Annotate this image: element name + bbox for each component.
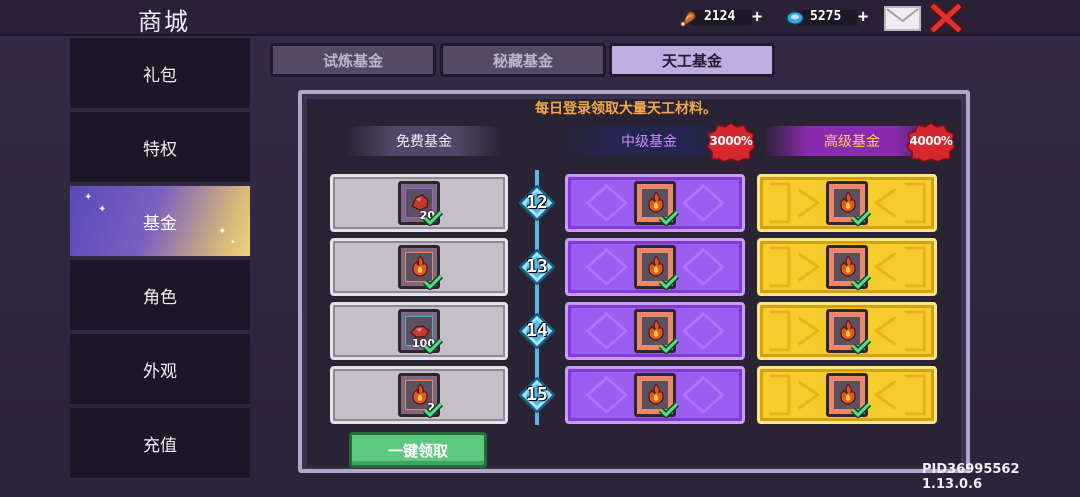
free-reward-cell[interactable] — [330, 238, 508, 296]
sidebar-item-label: 特权 — [143, 139, 177, 160]
level-marker: 13 — [514, 245, 560, 289]
reward-item: 20 — [398, 181, 443, 226]
add-gem-button[interactable]: + — [858, 7, 868, 27]
sidebar-item-label: 角色 — [143, 287, 177, 308]
reward-item — [634, 245, 679, 290]
free-reward-cell[interactable]: 100 — [330, 302, 508, 360]
reward-item — [634, 373, 679, 418]
level-number: 15 — [526, 384, 548, 405]
claimed-check-icon — [851, 402, 871, 418]
close-icon[interactable] — [930, 3, 962, 33]
mid-reward-cell[interactable] — [565, 174, 745, 232]
claimed-check-icon — [423, 402, 443, 418]
claimed-check-icon — [659, 210, 679, 226]
high-reward-cell[interactable] — [757, 302, 937, 360]
sidebar-item-fund[interactable]: ✦ ✦ ✦ ✦ 基金 — [70, 186, 250, 258]
reward-item — [826, 373, 871, 418]
sidebar-item-character[interactable]: 角色 — [70, 260, 250, 332]
mid-fund-bonus: 3000% — [709, 134, 753, 148]
sidebar-item-label: 充值 — [143, 435, 177, 456]
claim-all-button[interactable]: 一键领取 — [349, 432, 487, 468]
level-marker: 12 — [514, 181, 560, 225]
gem-count: 5275 — [810, 9, 842, 24]
claimed-check-icon — [659, 402, 679, 418]
high-reward-cell[interactable] — [757, 366, 937, 424]
page-title: 商城 — [138, 8, 190, 36]
mid-fund-bonus-badge: 3000% — [706, 122, 756, 162]
free-reward-cell[interactable]: 2 — [330, 366, 508, 424]
tab-label: 秘藏基金 — [492, 51, 553, 70]
meat-resource: 2124 + — [680, 7, 770, 29]
add-meat-button[interactable]: + — [752, 7, 762, 27]
reward-item: 100 — [398, 309, 443, 354]
sidebar-item-appearance[interactable]: 外观 — [70, 334, 250, 406]
claimed-check-icon — [423, 210, 443, 226]
mid-reward-cell[interactable] — [565, 366, 745, 424]
mid-reward-cell[interactable] — [565, 238, 745, 296]
sidebar-item-label: 基金 — [143, 213, 177, 234]
high-reward-cell[interactable] — [757, 238, 937, 296]
sidebar-item-recharge[interactable]: 充值 — [70, 408, 250, 480]
sparkle-icon: ✦ — [218, 226, 227, 237]
claimed-check-icon — [851, 274, 871, 290]
claimed-check-icon — [659, 274, 679, 290]
reward-item: 2 — [398, 373, 443, 418]
level-number: 12 — [526, 192, 548, 213]
envelope-flap — [886, 8, 919, 23]
tab-craft-fund[interactable]: 天工基金 — [609, 43, 775, 77]
sparkle-icon: ✦ — [230, 238, 236, 246]
sidebar-item-label: 外观 — [143, 361, 177, 382]
sidebar-item-label: 礼包 — [143, 65, 177, 86]
tab-hidden-fund[interactable]: 秘藏基金 — [440, 43, 606, 77]
tab-label: 试炼基金 — [322, 51, 383, 70]
free-reward-cell[interactable]: 20 — [330, 174, 508, 232]
claimed-check-icon — [423, 338, 443, 354]
shop-screen: 商城 2124 + 5275 + 礼包 特权 ✦ ✦ ✦ ✦ 基金 角色 外观 … — [0, 0, 1080, 497]
sparkle-icon: ✦ — [84, 192, 93, 203]
sidebar-item-privilege[interactable]: 特权 — [70, 112, 250, 184]
tab-trial-fund[interactable]: 试炼基金 — [270, 43, 436, 77]
reward-item — [398, 245, 443, 290]
claimed-check-icon — [851, 338, 871, 354]
reward-item — [634, 181, 679, 226]
meat-icon — [680, 11, 696, 27]
sparkle-icon: ✦ — [98, 204, 107, 215]
gem-icon — [786, 11, 804, 25]
meat-count: 2124 — [704, 9, 736, 24]
tab-label: 天工基金 — [661, 51, 722, 70]
free-fund-header: 免费基金 — [346, 126, 502, 156]
reward-item — [826, 309, 871, 354]
high-fund-bonus: 4000% — [909, 134, 953, 148]
fund-hint-text: 每日登录领取大量天工材料。 — [535, 101, 717, 117]
level-number: 14 — [526, 320, 548, 341]
high-fund-bonus-badge: 4000% — [906, 122, 956, 162]
reward-item — [634, 309, 679, 354]
claimed-check-icon — [423, 274, 443, 290]
claimed-check-icon — [659, 338, 679, 354]
claimed-check-icon — [851, 210, 871, 226]
version-label: PID36995562 1.13.0.6 — [922, 462, 1020, 492]
top-bar: 商城 2124 + 5275 + — [0, 0, 1080, 36]
level-number: 13 — [526, 256, 548, 277]
level-marker: 14 — [514, 309, 560, 353]
reward-item — [826, 245, 871, 290]
high-reward-cell[interactable] — [757, 174, 937, 232]
gem-resource: 5275 + — [786, 7, 876, 29]
reward-item — [826, 181, 871, 226]
level-marker: 15 — [514, 373, 560, 417]
mail-icon[interactable] — [884, 6, 921, 31]
mid-reward-cell[interactable] — [565, 302, 745, 360]
